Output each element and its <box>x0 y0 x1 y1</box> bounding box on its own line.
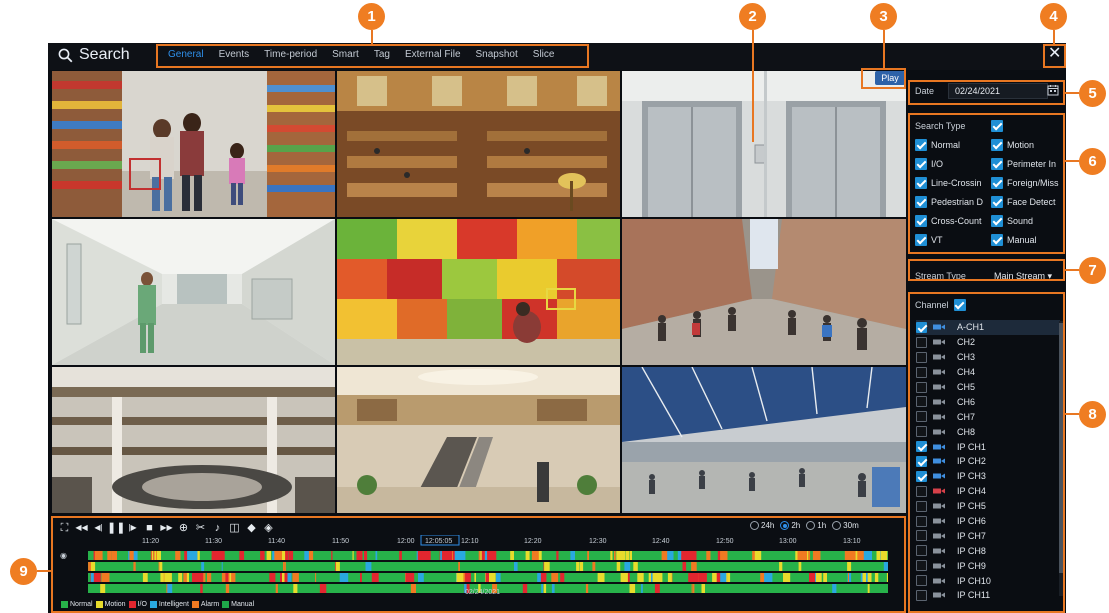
annotation-connector <box>37 570 51 572</box>
camera-feed-image <box>622 367 906 513</box>
annotation-badge-4: 4 <box>1040 3 1067 30</box>
annotation-box-stream <box>908 259 1065 281</box>
camera-feed-image <box>337 219 620 365</box>
camera-view-7[interactable] <box>52 367 335 513</box>
camera-feed-image <box>622 71 906 217</box>
camera-feed-image <box>52 219 335 365</box>
camera-view-5[interactable] <box>337 219 620 365</box>
camera-feed-image <box>52 71 335 217</box>
annotation-badge-3: 3 <box>870 3 897 30</box>
annotation-connector <box>1065 269 1079 271</box>
annotation-box-tabs <box>156 44 589 68</box>
camera-view-1[interactable] <box>52 71 335 217</box>
annotation-connector <box>371 30 373 44</box>
annotation-badge-5: 5 <box>1079 80 1106 107</box>
window-title-text: Search <box>79 46 130 63</box>
annotation-badge-1: 1 <box>358 3 385 30</box>
camera-feed-image <box>337 367 620 513</box>
camera-feed-image <box>52 367 335 513</box>
annotation-connector <box>1065 92 1079 94</box>
camera-view-8[interactable] <box>337 367 620 513</box>
annotation-connector <box>752 30 754 142</box>
annotation-connector <box>1065 160 1079 162</box>
video-grid <box>52 71 906 513</box>
annotation-box-close <box>1043 44 1066 68</box>
annotation-badge-9: 9 <box>10 558 37 585</box>
search-icon <box>58 48 73 62</box>
annotation-box-channel <box>908 292 1065 613</box>
camera-view-9[interactable] <box>622 367 906 513</box>
annotation-badge-2: 2 <box>739 3 766 30</box>
window-title: Search <box>58 46 130 64</box>
camera-view-2[interactable] <box>337 71 620 217</box>
annotation-connector <box>1053 30 1055 44</box>
annotation-badge-7: 7 <box>1079 257 1106 284</box>
annotation-badge-6: 6 <box>1079 148 1106 175</box>
camera-view-3[interactable] <box>622 71 906 217</box>
annotation-box-timeline <box>51 516 906 613</box>
camera-view-6[interactable] <box>622 219 906 365</box>
annotation-box-play <box>861 68 906 89</box>
annotation-box-search-type <box>908 113 1065 254</box>
camera-feed-image <box>622 219 906 365</box>
annotation-box-date <box>908 80 1065 105</box>
annotation-connector <box>1065 413 1079 415</box>
annotation-connector <box>883 30 885 68</box>
camera-feed-image <box>337 71 620 217</box>
annotation-badge-8: 8 <box>1079 401 1106 428</box>
camera-view-4[interactable] <box>52 219 335 365</box>
